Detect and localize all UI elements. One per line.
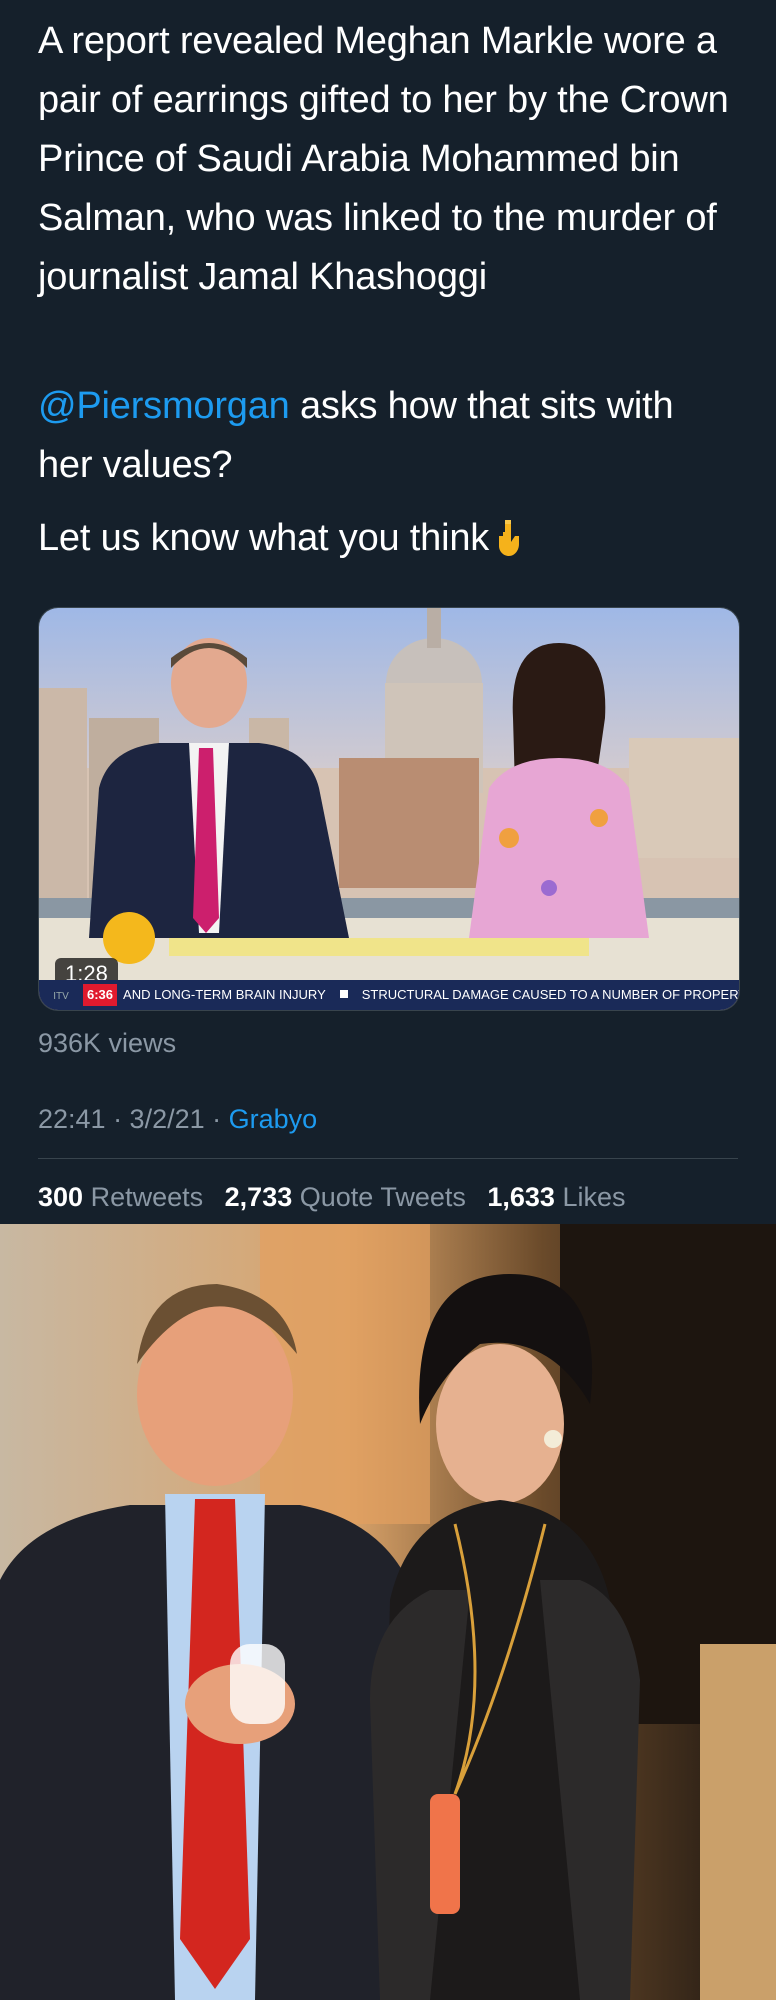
engagement-stats: 300 Retweets 2,733 Quote Tweets 1,633 Li… [38, 1180, 640, 1214]
tweet-text-cta-label: Let us know what you think [38, 517, 490, 559]
video-player[interactable]: 1:28 ITV 6:36 AND LONG-TERM BRAIN INJURY ST… [38, 607, 740, 1011]
divider [38, 1158, 738, 1159]
source-link[interactable]: Grabyo [229, 1104, 318, 1134]
ticker-text-1: AND LONG-TERM BRAIN INJURY [123, 987, 326, 1002]
photo-illustration [0, 1224, 776, 2000]
ticker-brand: ITV [53, 991, 69, 1002]
likes-label: Likes [562, 1182, 626, 1212]
tweet-card: A report revealed Meghan Markle wore a p… [0, 0, 776, 1224]
likes-stat[interactable]: 1,633 Likes [487, 1182, 625, 1212]
tweet-text-cta: Let us know what you think [38, 509, 738, 568]
retweets-label: Retweets [90, 1182, 204, 1212]
ticker-text-2: STRUCTURAL DAMAGE CAUSED TO A NUMBER OF … [361, 987, 739, 1002]
likes-count: 1,633 [487, 1182, 555, 1212]
tweet-timestamp: 22:41 · 3/2/21 · Grabyo [38, 1102, 317, 1136]
ticker-time: 6:36 [83, 984, 118, 1006]
pointing-down-icon [495, 517, 525, 557]
video-thumbnail [39, 608, 739, 1010]
quote-tweets-label: Quote Tweets [299, 1182, 466, 1212]
view-count: 936K views [38, 1028, 177, 1058]
quote-tweets-stat[interactable]: 2,733 Quote Tweets [225, 1182, 466, 1212]
retweets-count: 300 [38, 1182, 84, 1212]
retweets-stat[interactable]: 300 Retweets [38, 1182, 203, 1212]
quote-tweets-count: 2,733 [224, 1182, 293, 1212]
tweet-text: A report revealed Meghan Markle wore a p… [38, 20, 729, 298]
tweet-text-mention-line: @Piersmorgan asks how that sits with her… [38, 377, 738, 495]
attached-photo [0, 1224, 776, 2000]
news-ticker: ITV 6:36 AND LONG-TERM BRAIN INJURY STRUCTU… [39, 980, 739, 1010]
ticker-separator [339, 990, 348, 998]
timestamp-text[interactable]: 22:41 · 3/2/21 · [38, 1104, 229, 1134]
mention-link[interactable]: @Piersmorgan [38, 385, 290, 427]
